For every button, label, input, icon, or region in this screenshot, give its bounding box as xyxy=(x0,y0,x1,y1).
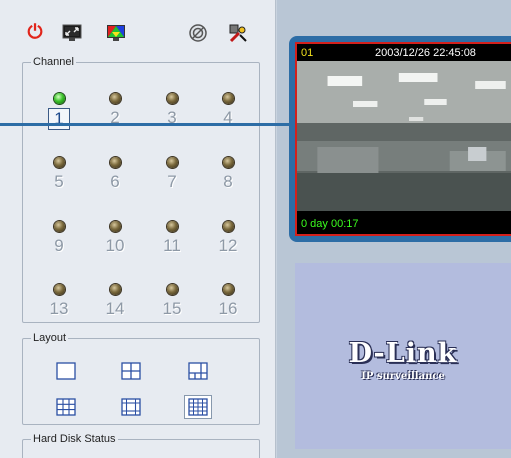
timestamp-overlay: 2003/12/26 22:45:08 xyxy=(375,47,476,59)
selection-connector-line xyxy=(0,123,294,126)
hard-disk-status-group: Hard Disk Status xyxy=(22,433,260,458)
settings-icon[interactable] xyxy=(228,24,248,43)
camera-feed-image xyxy=(297,61,511,211)
channel-button-14[interactable]: 14 xyxy=(97,283,133,329)
channel-number: 10 xyxy=(105,236,125,255)
channel-status-led xyxy=(166,284,178,295)
brand-logo: D-Link xyxy=(348,338,458,369)
fullscreen-icon[interactable] xyxy=(62,24,82,42)
channel-button-2[interactable]: 2 xyxy=(97,92,133,138)
video-viewport[interactable]: 01 2003/12/26 22:45:08 0 day 00:17 xyxy=(289,36,511,242)
control-panel: ⏻ Channel 1 2 3 4 5 6 7 8 9 10 11 12 13 … xyxy=(0,0,276,458)
channel-status-led xyxy=(109,221,121,232)
channel-status-led xyxy=(166,157,178,168)
video-frame[interactable]: 01 2003/12/26 22:45:08 0 day 00:17 xyxy=(295,42,511,236)
channel-number: 14 xyxy=(105,299,125,318)
channel-button-5[interactable]: 5 xyxy=(41,156,77,202)
channel-button-6[interactable]: 6 xyxy=(97,156,133,202)
channel-status-led xyxy=(109,284,121,295)
channel-button-13[interactable]: 13 xyxy=(41,283,77,329)
nine-split-layout-icon[interactable] xyxy=(52,395,80,419)
sixteen-split-layout-icon[interactable] xyxy=(184,395,212,419)
channel-status-led xyxy=(222,221,234,232)
channel-number: 13 xyxy=(49,299,69,318)
record-icon[interactable] xyxy=(188,24,208,42)
quad-layout-icon[interactable] xyxy=(117,359,145,383)
channel-button-4[interactable]: 4 xyxy=(210,92,246,138)
display-color-icon[interactable] xyxy=(106,24,126,42)
channel-status-led xyxy=(53,284,65,295)
uptime-overlay: 0 day 00:17 xyxy=(301,218,359,230)
channel-button-7[interactable]: 7 xyxy=(154,156,190,202)
channel-status-led xyxy=(222,157,234,168)
layout-group: Layout xyxy=(22,332,260,425)
channel-status-led xyxy=(222,284,234,295)
channel-number: 5 xyxy=(54,172,64,191)
channel-button-1[interactable]: 1 xyxy=(41,92,77,138)
channel-button-9[interactable]: 9 xyxy=(41,220,77,266)
channel-id-overlay: 01 xyxy=(301,47,314,59)
brand-tagline: IP surveillance xyxy=(361,371,445,382)
channel-button-8[interactable]: 8 xyxy=(210,156,246,202)
power-icon[interactable]: ⏻ xyxy=(25,23,45,42)
channel-status-led xyxy=(166,221,178,232)
hard-disk-status-legend: Hard Disk Status xyxy=(33,433,116,445)
channel-number: 15 xyxy=(162,299,182,318)
channel-button-15[interactable]: 15 xyxy=(154,283,190,329)
brand-logo-panel: D-Link IP surveillance xyxy=(295,263,511,449)
channel-number: 16 xyxy=(218,299,238,318)
six-split-layout-icon[interactable] xyxy=(184,359,212,383)
ten-split-layout-icon[interactable] xyxy=(117,395,145,419)
channel-number: 12 xyxy=(218,236,238,255)
channel-number: 6 xyxy=(110,172,120,191)
channel-status-led xyxy=(53,93,65,104)
channel-button-3[interactable]: 3 xyxy=(154,92,190,138)
channel-number: 9 xyxy=(54,236,64,255)
channel-number: 1 xyxy=(48,108,70,130)
channel-number: 11 xyxy=(163,236,181,255)
channel-button-10[interactable]: 10 xyxy=(97,220,133,266)
channel-group: Channel 1 2 3 4 5 6 7 8 9 10 11 12 13 14 15 16 xyxy=(22,56,260,323)
channel-status-led xyxy=(53,221,65,232)
channel-button-12[interactable]: 12 xyxy=(210,220,246,266)
channel-legend: Channel xyxy=(33,56,74,68)
channel-button-16[interactable]: 16 xyxy=(210,283,246,329)
channel-status-led xyxy=(109,157,121,168)
channel-status-led xyxy=(53,157,65,168)
single-layout-icon[interactable] xyxy=(52,359,80,383)
channel-number: 8 xyxy=(223,172,233,191)
channel-status-led xyxy=(222,93,234,104)
channel-status-led xyxy=(166,93,178,104)
channel-status-led xyxy=(109,93,121,104)
channel-button-11[interactable]: 11 xyxy=(154,220,190,266)
channel-number: 7 xyxy=(167,172,177,191)
layout-legend: Layout xyxy=(33,332,67,344)
